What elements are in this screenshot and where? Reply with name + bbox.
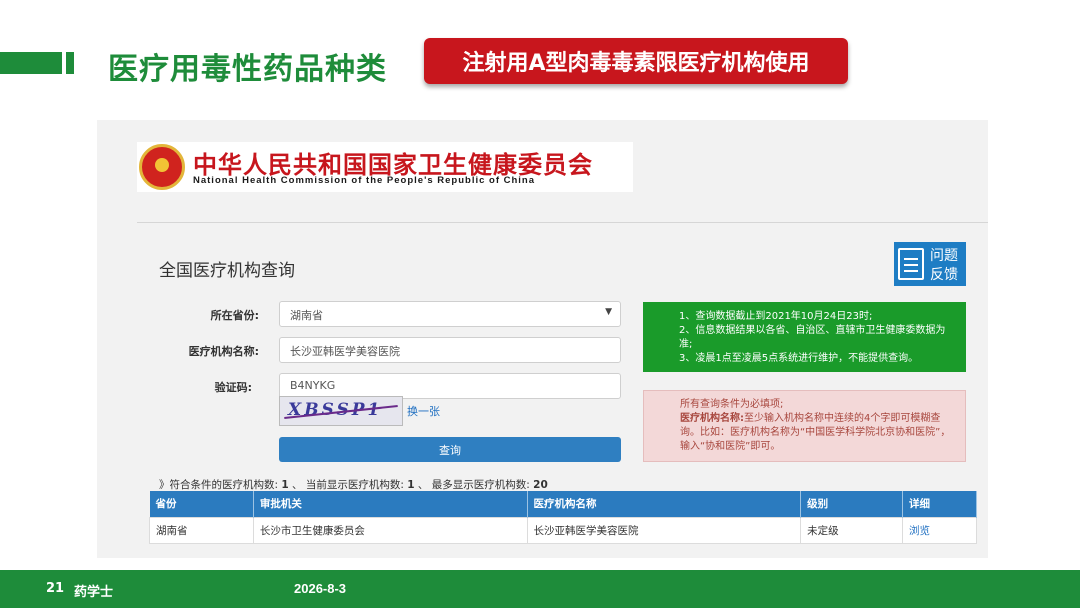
requirement-box: 所有查询条件为必填项; 医疗机构名称:至少输入机构名称中连续的4个字即可模糊查询…: [643, 390, 966, 462]
slide: 医疗用毒性药品种类 注射用A型肉毒毒素限医疗机构使用 中华人民共和国国家卫生健康…: [0, 0, 1080, 608]
footer-date: 2026-8-3: [294, 581, 347, 596]
max-label: 、 最多显示医疗机构数:: [417, 479, 530, 491]
institution-name-input[interactable]: 长沙亚韩医学美容医院: [279, 337, 621, 363]
current-label: 、 当前显示医疗机构数:: [292, 479, 404, 491]
current-count: 1: [407, 479, 415, 491]
column-header: 详细: [902, 491, 977, 517]
document-icon: [898, 248, 924, 280]
table-cell: 长沙亚韩医学美容医院: [526, 516, 802, 544]
requirement-bold: 医疗机构名称:: [680, 413, 744, 424]
website-screenshot: 中华人民共和国国家卫生健康委员会 National Health Commiss…: [97, 120, 988, 558]
province-select-value: 湖南省: [290, 309, 323, 322]
summary-prefix: 》符合条件的医疗机构数:: [159, 479, 279, 491]
captcha-image: XBSSP1: [279, 396, 403, 426]
view-details-link[interactable]: 浏览: [902, 516, 977, 544]
requirement-line: 所有查询条件为必填项;: [680, 399, 784, 410]
refresh-captcha-link[interactable]: 换一张: [407, 403, 440, 419]
page-number: 21: [46, 581, 65, 596]
footer-name: 药学士: [74, 585, 114, 600]
notice-box: 1、查询数据截止到2021年10月24日23时; 2、信息数据结果以各省、自治区…: [643, 302, 966, 372]
province-select[interactable]: 湖南省 ▼: [279, 301, 621, 327]
caret-down-icon: ▼: [605, 307, 612, 317]
table-row: 湖南省 长沙市卫生健康委员会 长沙亚韩医学美容医院 未定级 浏览: [149, 516, 977, 544]
column-header: 级别: [800, 491, 904, 517]
header-accent-bar: [0, 52, 62, 74]
column-header: 省份: [149, 491, 254, 517]
table-header-row: 省份 审批机关 医疗机构名称 级别 详细: [149, 491, 977, 517]
notice-line: 1、查询数据截止到2021年10月24日23时;: [679, 311, 873, 322]
match-count: 1: [281, 479, 289, 491]
requirement-detail: 医疗机构名称:至少输入机构名称中连续的4个字即可模糊查询。比如：医疗机构名称为“…: [680, 412, 953, 454]
result-summary: 》符合条件的医疗机构数: 1 、 当前显示医疗机构数: 1 、 最多显示医疗机构…: [159, 477, 548, 492]
table-cell: 湖南省: [149, 516, 254, 544]
national-emblem-icon: [139, 144, 185, 190]
query-button[interactable]: 查询: [279, 437, 621, 462]
table-cell: 长沙市卫生健康委员会: [252, 516, 528, 544]
notice-line: 2、信息数据结果以各省、自治区、直辖市卫生健康委数据为准;: [679, 325, 946, 350]
query-title: 全国医疗机构查询: [159, 261, 295, 281]
province-label: 所在省份:: [210, 309, 259, 322]
nhc-logo: 中华人民共和国国家卫生健康委员会 National Health Commiss…: [137, 142, 633, 192]
table-cell: 未定级: [800, 516, 904, 544]
logo-english-name: National Health Commission of the People…: [193, 175, 536, 186]
max-count: 20: [533, 479, 548, 491]
slide-title: 医疗用毒性药品种类: [108, 52, 387, 87]
highlight-badge: 注射用A型肉毒毒素限医疗机构使用: [424, 38, 848, 84]
header-accent-block: [66, 52, 74, 74]
results-table: 省份 审批机关 医疗机构名称 级别 详细 湖南省 长沙市卫生健康委员会 长沙亚韩…: [149, 491, 977, 544]
notice-line: 3、凌晨1点至凌晨5点系统进行维护，不能提供查询。: [679, 353, 919, 364]
divider: [137, 222, 988, 223]
captcha-label: 验证码:: [214, 381, 252, 394]
column-header: 审批机关: [253, 491, 528, 517]
feedback-label-1: 问题: [930, 248, 958, 264]
feedback-label-2: 反馈: [930, 267, 958, 283]
institution-name-label: 医疗机构名称:: [188, 345, 259, 358]
feedback-button[interactable]: 问题 反馈: [894, 242, 966, 286]
column-header: 医疗机构名称: [527, 491, 802, 517]
footer-bar: 21 药学士 2026-8-3: [0, 570, 1080, 608]
